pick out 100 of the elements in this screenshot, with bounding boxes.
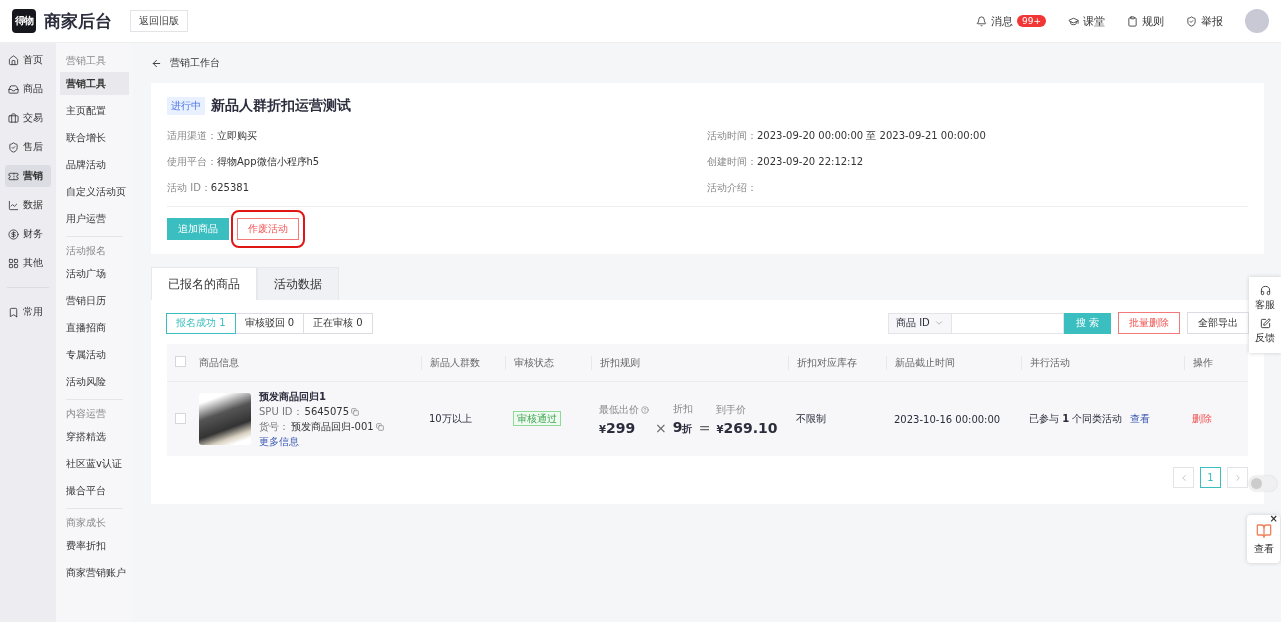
breadcrumb-back-link[interactable]: 营销工作台 <box>151 43 1264 83</box>
ticket-icon <box>8 170 19 182</box>
field-value: 得物App微信小程序h5 <box>217 155 320 169</box>
subnav-item[interactable]: 活动风险 <box>60 370 129 393</box>
header-link[interactable]: 规则 <box>1127 13 1164 29</box>
column-header: 折扣规则 <box>600 356 640 368</box>
chevron-down-icon <box>933 318 944 328</box>
subnav-item[interactable]: 自定义活动页 <box>60 180 129 203</box>
price: 269.10 <box>723 420 778 436</box>
bookmark-icon <box>8 306 19 318</box>
nav-item[interactable]: 常用 <box>5 301 51 323</box>
shield-icon <box>8 141 19 153</box>
nav-item[interactable]: 数据 <box>5 194 51 216</box>
price: 299 <box>605 420 636 436</box>
sku-code: 预发商品回归-001 <box>291 419 374 434</box>
discount-value: 9 <box>672 419 683 435</box>
column-header: 审核状态 <box>514 356 554 368</box>
action-button[interactable]: 作废活动 <box>237 218 299 240</box>
field-label: 创建时间： <box>707 155 757 169</box>
clipboard-icon <box>1127 15 1138 27</box>
subnav-item[interactable]: 直播招商 <box>60 316 129 339</box>
status-tag: 进行中 <box>167 97 205 115</box>
avatar[interactable] <box>1245 9 1269 33</box>
toolbar-button[interactable]: 批量删除 <box>1118 312 1180 334</box>
graduation-cap-icon <box>1068 15 1079 27</box>
review-status-tag: 审核通过 <box>513 411 561 426</box>
field-label: 活动介绍： <box>707 181 757 195</box>
subnav-item[interactable]: 营销工具 <box>60 72 129 95</box>
copy-icon[interactable] <box>375 422 384 431</box>
field-label: 使用平台： <box>167 155 217 169</box>
subnav-item[interactable]: 穿搭精选 <box>60 425 129 448</box>
subnav-item[interactable]: 商家营销账户 <box>60 561 129 584</box>
activity-title: 新品人群折扣运营测试 <box>211 97 351 115</box>
app-title: 商家后台 <box>44 9 112 33</box>
prev-page-button[interactable] <box>1173 467 1194 488</box>
subnav-item[interactable]: 主页配置 <box>60 99 129 122</box>
field-select[interactable]: 商品 ID <box>888 312 952 334</box>
bell-icon <box>976 15 987 27</box>
filter-tab[interactable]: 正在审核 0 <box>303 312 373 334</box>
field-label: 活动时间： <box>707 129 757 143</box>
float-panel-item[interactable]: 客服 <box>1255 285 1275 312</box>
copy-icon[interactable] <box>351 407 360 416</box>
float-card-label[interactable]: 查看 <box>1253 541 1274 556</box>
toggle-switch[interactable] <box>1249 476 1277 491</box>
nav-item[interactable]: 售后 <box>5 136 51 158</box>
select-all-checkbox[interactable] <box>175 356 186 367</box>
nav-item[interactable]: 财务 <box>5 223 51 245</box>
operator: = <box>698 420 711 436</box>
logo-mark: 得物 <box>12 9 36 33</box>
photo-placeholder <box>199 393 251 445</box>
search-input[interactable] <box>950 312 1064 334</box>
table-cell-text: 10万以上 <box>428 412 473 426</box>
shield-icon <box>1186 15 1197 27</box>
subnav-item[interactable]: 活动广场 <box>60 262 129 285</box>
subnav-item[interactable]: 撮合平台 <box>60 479 129 502</box>
tab[interactable]: 已报名的商品 <box>151 267 257 300</box>
view-link[interactable]: 查看 <box>1130 412 1151 426</box>
tab[interactable]: 活动数据 <box>257 267 339 300</box>
close-button[interactable]: × <box>1269 513 1278 524</box>
edit-icon <box>1259 318 1271 329</box>
home-icon <box>8 54 19 66</box>
sku-label: 货号： <box>259 419 289 434</box>
briefcase-icon <box>8 112 19 124</box>
subnav-item[interactable]: 联合增长 <box>60 126 129 149</box>
row-checkbox[interactable] <box>175 412 186 424</box>
column-header: 新品截止时间 <box>895 356 955 368</box>
field-value: 立即购买 <box>217 129 257 143</box>
column-header: 操作 <box>1193 356 1213 368</box>
rule-label: 最低出价 <box>599 403 639 417</box>
subnav-item[interactable]: 品牌活动 <box>60 153 129 176</box>
next-page-button[interactable] <box>1227 467 1248 488</box>
nav-item[interactable]: 营销 <box>5 165 51 187</box>
subnav-item[interactable]: 专属活动 <box>60 343 129 366</box>
toolbar-button[interactable]: 全部导出 <box>1187 312 1249 334</box>
subnav-item[interactable]: 社区蓝v认证 <box>60 452 129 475</box>
header-link[interactable]: 课堂 <box>1068 13 1105 29</box>
more-info-link[interactable]: 更多信息 <box>259 434 384 449</box>
operator: × <box>655 420 667 436</box>
nav-item[interactable]: 交易 <box>5 107 51 129</box>
tray-icon <box>8 83 19 95</box>
product-name: 预发商品回归1 <box>259 389 327 404</box>
help-icon[interactable] <box>641 406 649 414</box>
subnav-item[interactable]: 用户运营 <box>60 207 129 230</box>
float-panel-item[interactable]: 反馈 <box>1255 318 1275 345</box>
header-link[interactable]: 举报 <box>1186 13 1223 29</box>
field-value: 625381 <box>210 182 249 193</box>
header-link[interactable]: 消息 99+ <box>976 13 1046 29</box>
subnav-item[interactable]: 营销日历 <box>60 289 129 312</box>
field-value: 2023-09-20 00:00:00 至 2023-09-21 00:00:00 <box>757 129 986 143</box>
headset-icon <box>1259 285 1271 296</box>
nav-item[interactable]: 首页 <box>5 49 51 71</box>
field-label: 适用渠道： <box>167 129 217 143</box>
filter-tab[interactable]: 审核驳回 0 <box>234 312 305 334</box>
subnav-item[interactable]: 费率折扣 <box>60 534 129 557</box>
nav-item[interactable]: 其他 <box>5 252 51 274</box>
table-cell-text: 2023-10-16 00:00:00 <box>893 413 1002 425</box>
back-old-version-button[interactable]: 返回旧版 <box>130 10 188 32</box>
nav-item[interactable]: 商品 <box>5 78 51 100</box>
grid-icon <box>8 257 19 269</box>
table-cell-text: 不限制 <box>795 412 827 426</box>
